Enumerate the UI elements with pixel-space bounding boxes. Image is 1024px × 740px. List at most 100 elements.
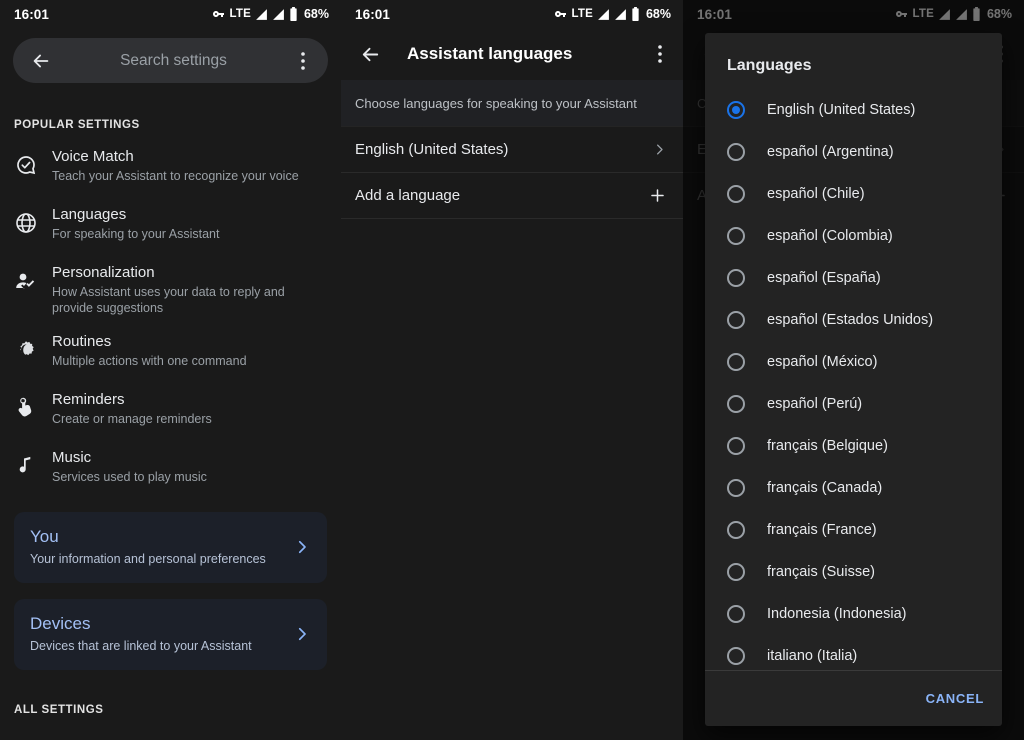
status-icons: LTE 68% [553,7,671,21]
radio-button[interactable] [727,647,745,665]
card-text: Devices Devices that are linked to your … [30,613,293,655]
sidebar-item-voice-match[interactable]: Voice Match Teach your Assistant to reco… [0,131,341,189]
sidebar-item-languages[interactable]: Languages For speaking to your Assistant [0,189,341,247]
language-option[interactable]: español (Estados Unidos) [705,299,1002,341]
setting-title: Reminders [52,391,125,408]
language-option[interactable]: italiano (Italia) [705,635,1002,670]
setting-text: Languages For speaking to your Assistant [52,205,327,242]
battery-percent: 68% [303,7,329,21]
status-icons: LTE 68% [211,7,329,21]
setting-title: Languages [52,206,127,223]
language-option[interactable]: français (Suisse) [705,551,1002,593]
radio-button[interactable] [727,521,745,539]
radio-button-selected[interactable] [727,101,745,119]
setting-title: Routines [52,333,112,350]
sidebar-item-music[interactable]: Music Services used to play music [0,432,341,490]
signal-bars-icon [597,8,610,21]
status-time: 16:01 [355,6,391,22]
setting-text: Voice Match Teach your Assistant to reco… [52,147,327,184]
language-option[interactable]: español (Argentina) [705,131,1002,173]
card-you[interactable]: You Your information and personal prefer… [14,512,327,583]
sidebar-item-routines[interactable]: Routines Multiple actions with one comma… [0,316,341,374]
back-arrow-icon[interactable] [29,49,53,73]
add-language-row[interactable]: Add a language [341,172,683,218]
radio-button[interactable] [727,311,745,329]
language-label: English (United States) [355,141,509,158]
battery-percent: 68% [645,7,671,21]
sidebar-item-personalization[interactable]: Personalization How Assistant uses your … [0,247,341,316]
radio-button[interactable] [727,395,745,413]
language-option[interactable]: français (France) [705,509,1002,551]
signal-bars-icon [614,8,627,21]
setting-text: Reminders Create or manage reminders [52,390,327,427]
battery-icon [289,7,298,21]
setting-title: Music [52,449,92,466]
language-option[interactable]: Indonesia (Indonesia) [705,593,1002,635]
language-option[interactable]: español (Colombia) [705,215,1002,257]
battery-icon [631,7,640,21]
radio-button[interactable] [727,227,745,245]
panel-language-picker-dialog: 16:01 LTE 68% [683,0,1024,740]
sidebar-item-reminders[interactable]: Reminders Create or manage reminders [0,374,341,432]
languages-subheader: Choose languages for speaking to your As… [341,80,683,126]
panel-assistant-settings: 16:01 LTE 68% Search settings POPULAR SE… [0,0,341,740]
back-arrow-icon[interactable] [357,43,383,66]
language-options-list[interactable]: English (United States) español (Argenti… [705,89,1002,670]
language-option-label: español (México) [767,354,878,370]
status-bar: 16:01 LTE 68% [341,0,683,28]
language-option-label: français (France) [767,522,877,538]
radio-button[interactable] [727,269,745,287]
language-option[interactable]: español (Chile) [705,173,1002,215]
music-note-icon [14,448,52,478]
card-title: Devices [30,614,91,633]
dialog-action-bar: CANCEL [705,670,1002,726]
language-option[interactable]: español (Perú) [705,383,1002,425]
section-header-popular: POPULAR SETTINGS [14,119,140,131]
card-devices[interactable]: Devices Devices that are linked to your … [14,599,327,670]
setting-subtitle: Multiple actions with one command [52,354,247,368]
languages-dialog: Languages English (United States) españo… [705,33,1002,726]
language-option[interactable]: français (Canada) [705,467,1002,509]
signal-bars-icon [272,8,285,21]
overflow-menu-icon[interactable] [651,45,669,63]
radio-button[interactable] [727,479,745,497]
status-time: 16:01 [14,6,50,22]
radio-button[interactable] [727,437,745,455]
language-option[interactable]: English (United States) [705,89,1002,131]
routines-icon [14,332,52,362]
cancel-button[interactable]: CANCEL [926,691,984,706]
language-row-english[interactable]: English (United States) [341,126,683,172]
language-option-label: Indonesia (Indonesia) [767,606,907,622]
chevron-right-icon [293,538,311,556]
overflow-menu-icon[interactable] [294,51,312,70]
radio-button[interactable] [727,605,745,623]
setting-text: Routines Multiple actions with one comma… [52,332,327,369]
search-input[interactable]: Search settings [53,52,294,70]
setting-subtitle: Teach your Assistant to recognize your v… [52,169,299,183]
radio-button[interactable] [727,185,745,203]
status-bar: 16:01 LTE 68% [0,0,341,28]
language-option[interactable]: français (Belgique) [705,425,1002,467]
chevron-right-icon [652,142,667,157]
radio-button[interactable] [727,353,745,371]
setting-subtitle: How Assistant uses your data to reply an… [52,285,285,315]
app-bar: Assistant languages [341,28,683,80]
dialog-title: Languages [727,57,812,74]
language-option[interactable]: español (España) [705,257,1002,299]
language-option-label: français (Canada) [767,480,883,496]
card-subtitle: Devices that are linked to your Assistan… [30,639,252,653]
card-text: You Your information and personal prefer… [30,526,293,568]
language-option[interactable]: español (México) [705,341,1002,383]
language-option-label: español (España) [767,270,881,286]
search-settings-bar[interactable]: Search settings [13,38,328,83]
setting-subtitle: Services used to play music [52,470,207,484]
network-type-label: LTE [571,8,593,20]
language-option-label: français (Suisse) [767,564,875,580]
radio-button[interactable] [727,143,745,161]
radio-button[interactable] [727,563,745,581]
plus-icon[interactable] [648,186,667,205]
person-check-icon [14,263,52,293]
reminder-finger-icon [14,390,52,420]
section-header-all: ALL SETTINGS [14,704,104,716]
setting-text: Personalization How Assistant uses your … [52,263,327,316]
